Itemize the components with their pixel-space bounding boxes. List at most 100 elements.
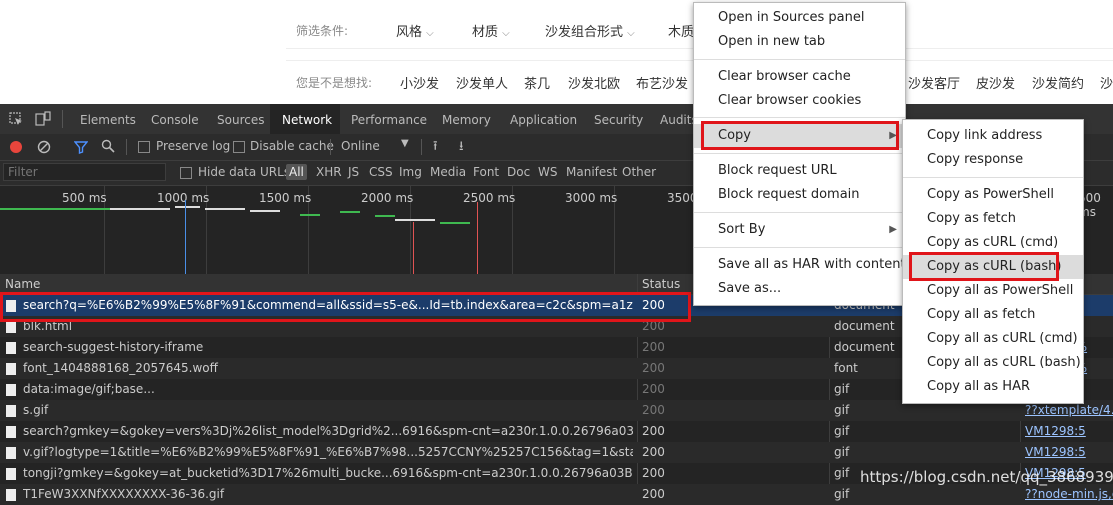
request-status: 200 bbox=[642, 403, 665, 417]
chevron-down-icon: ⌵ bbox=[426, 28, 434, 39]
request-type: document bbox=[834, 340, 895, 354]
export-har-icon[interactable]: ⭳ bbox=[459, 137, 464, 159]
menu-item-sort-by[interactable]: Sort By ▶ bbox=[694, 218, 905, 242]
tab-performance[interactable]: Performance bbox=[343, 104, 435, 134]
type-filter-font[interactable]: Font bbox=[473, 165, 499, 179]
search-icon[interactable] bbox=[101, 139, 115, 153]
menu-item-copy-as-fetch[interactable]: Copy as fetch bbox=[903, 207, 1083, 231]
menu-item-save-har[interactable]: Save all as HAR with content bbox=[694, 253, 906, 277]
menu-item-copy-link-address[interactable]: Copy link address bbox=[903, 124, 1083, 148]
request-type: gif bbox=[834, 403, 850, 417]
import-har-icon[interactable]: ⭱ bbox=[433, 137, 438, 159]
menu-item-block-domain[interactable]: Block request domain bbox=[694, 183, 905, 207]
tab-network[interactable]: Network bbox=[270, 104, 340, 134]
column-header-name[interactable]: Name bbox=[5, 277, 40, 291]
dom-content-loaded-line bbox=[185, 200, 186, 274]
highlight-box-copy-curl-bash bbox=[909, 252, 1059, 281]
menu-item-open-in-sources[interactable]: Open in Sources panel bbox=[694, 6, 905, 30]
filter-label: 筛选条件: bbox=[296, 24, 349, 38]
filter-combo[interactable]: 沙发组合形式 ⌵ bbox=[545, 21, 635, 40]
type-filter-other[interactable]: Other bbox=[622, 165, 656, 179]
menu-item-copy-as-powershell[interactable]: Copy as PowerShell bbox=[903, 183, 1083, 207]
timing-bar bbox=[375, 215, 395, 217]
type-filter-media[interactable]: Media bbox=[430, 165, 466, 179]
request-status: 200 bbox=[642, 382, 665, 396]
inspect-element-icon[interactable] bbox=[9, 112, 23, 126]
document-icon bbox=[6, 321, 16, 333]
image-file-icon bbox=[6, 489, 16, 501]
menu-item-copy-all-as-powershell[interactable]: Copy all as PowerShell bbox=[903, 279, 1083, 303]
menu-item-clear-cache[interactable]: Clear browser cache bbox=[694, 65, 905, 89]
preserve-log-checkbox[interactable] bbox=[138, 141, 150, 153]
tab-security[interactable]: Security bbox=[586, 104, 651, 134]
record-icon[interactable] bbox=[10, 141, 22, 153]
suggestion-link[interactable]: 沙发单人 bbox=[456, 73, 508, 92]
timing-bar bbox=[110, 208, 170, 210]
suggestion-link[interactable]: 小沙发 bbox=[400, 73, 439, 92]
type-filter-all[interactable]: All bbox=[286, 164, 307, 180]
table-row[interactable]: T1FeW3XXNfXXXXXXXX-36-36.gif 200 gif ??n… bbox=[0, 484, 1113, 505]
filter-wood[interactable]: 木质 bbox=[668, 21, 694, 40]
request-type: gif bbox=[834, 424, 850, 438]
request-initiator[interactable]: ??xtemplate/4.3.0 bbox=[1025, 403, 1113, 417]
type-filter-js[interactable]: JS bbox=[348, 165, 359, 179]
load-event-line bbox=[413, 222, 414, 274]
filter-icon[interactable] bbox=[73, 140, 89, 154]
timing-bar bbox=[205, 208, 245, 210]
suggestion-link[interactable]: 沙发客厅 bbox=[908, 73, 960, 92]
column-header-status[interactable]: Status bbox=[642, 277, 680, 291]
filter-input[interactable] bbox=[3, 163, 166, 181]
suggestion-link[interactable]: 沙 bbox=[1100, 73, 1113, 92]
menu-item-copy-all-as-fetch[interactable]: Copy all as fetch bbox=[903, 303, 1083, 327]
menu-item-copy-all-as-curl-cmd[interactable]: Copy all as cURL (cmd) bbox=[903, 327, 1083, 351]
tab-console[interactable]: Console bbox=[143, 104, 207, 134]
request-initiator[interactable]: VM1298:5 bbox=[1025, 445, 1113, 459]
disable-cache-checkbox[interactable] bbox=[233, 141, 245, 153]
image-file-icon bbox=[6, 384, 16, 396]
filter-material[interactable]: 材质 ⌵ bbox=[472, 21, 510, 40]
divider bbox=[126, 139, 127, 155]
type-filter-ws[interactable]: WS bbox=[538, 165, 557, 179]
suggestion-link[interactable]: 布艺沙发 bbox=[636, 73, 688, 92]
menu-item-save-as[interactable]: Save as... bbox=[694, 277, 905, 301]
tab-memory[interactable]: Memory bbox=[434, 104, 499, 134]
suggestion-link[interactable]: 沙发简约 bbox=[1032, 73, 1084, 92]
type-filter-css[interactable]: CSS bbox=[369, 165, 393, 179]
type-filter-manifest[interactable]: Manifest bbox=[566, 165, 617, 179]
menu-item-copy-all-as-har[interactable]: Copy all as HAR bbox=[903, 375, 1083, 399]
request-name: search?gmkey=&gokey=vers%3Dj%26list_mode… bbox=[23, 424, 633, 438]
throttle-select[interactable]: Online bbox=[341, 139, 380, 153]
throttle-dropdown-icon[interactable]: ▼ bbox=[401, 138, 409, 149]
menu-item-copy-all-as-curl-bash[interactable]: Copy all as cURL (bash) bbox=[903, 351, 1083, 375]
menu-item-copy-response[interactable]: Copy response bbox=[903, 148, 1083, 172]
request-initiator[interactable]: VM1298:5 bbox=[1025, 424, 1113, 438]
divider bbox=[421, 139, 422, 155]
menu-item-block-url[interactable]: Block request URL bbox=[694, 159, 905, 183]
suggestion-link[interactable]: 茶几 bbox=[524, 73, 550, 92]
filter-style[interactable]: 风格 ⌵ bbox=[396, 21, 434, 40]
timing-bar bbox=[175, 206, 200, 208]
timing-bar bbox=[250, 210, 280, 212]
tab-application[interactable]: Application bbox=[502, 104, 585, 134]
menu-separator bbox=[694, 117, 905, 118]
type-filter-doc[interactable]: Doc bbox=[507, 165, 530, 179]
suggestion-link[interactable]: 沙发北欧 bbox=[568, 73, 620, 92]
type-filter-xhr[interactable]: XHR bbox=[316, 165, 342, 179]
table-row[interactable]: v.gif?logtype=1&title=%E6%B2%99%E5%8F%91… bbox=[0, 442, 1113, 463]
tab-elements[interactable]: Elements bbox=[72, 104, 144, 134]
tick-label: 1000 ms bbox=[157, 191, 210, 205]
type-filter-img[interactable]: Img bbox=[399, 165, 422, 179]
menu-separator bbox=[694, 59, 905, 60]
device-toolbar-icon[interactable] bbox=[35, 111, 51, 127]
highlight-box-selected-request bbox=[0, 292, 691, 322]
clear-icon[interactable] bbox=[37, 140, 51, 154]
menu-separator bbox=[694, 247, 905, 248]
menu-separator bbox=[694, 212, 905, 213]
table-row[interactable]: search?gmkey=&gokey=vers%3Dj%26list_mode… bbox=[0, 421, 1113, 442]
hide-data-urls-checkbox[interactable] bbox=[180, 167, 192, 179]
tab-sources[interactable]: Sources bbox=[209, 104, 272, 134]
menu-item-clear-cookies[interactable]: Clear browser cookies bbox=[694, 89, 905, 113]
menu-item-open-in-new-tab[interactable]: Open in new tab bbox=[694, 30, 905, 54]
suggestion-link[interactable]: 皮沙发 bbox=[976, 73, 1015, 92]
chevron-down-icon: ⌵ bbox=[502, 28, 510, 39]
